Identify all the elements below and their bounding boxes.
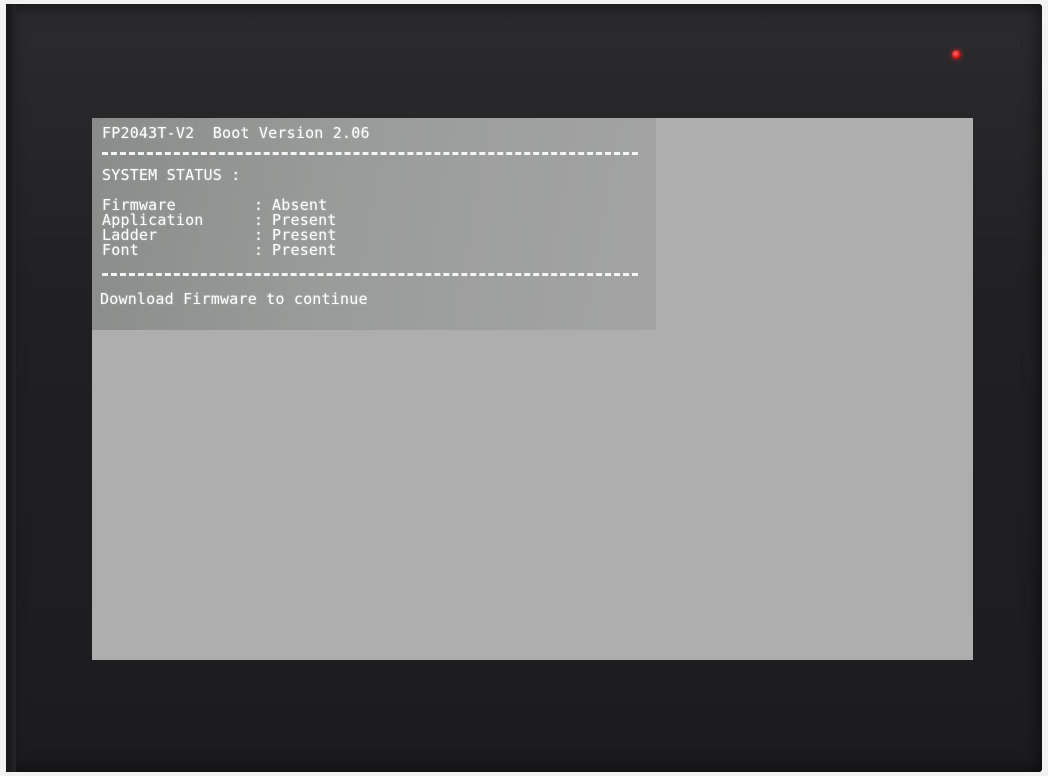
boot-status-panel: FP2043T-V2 Boot Version 2.06 SYSTEM STAT… bbox=[92, 118, 656, 330]
divider-bottom bbox=[102, 273, 638, 276]
boot-version-title: FP2043T-V2 Boot Version 2.06 bbox=[102, 124, 370, 142]
hmi-device-bezel: FP2043T-V2 Boot Version 2.06 SYSTEM STAT… bbox=[6, 4, 1042, 772]
hmi-screen[interactable]: FP2043T-V2 Boot Version 2.06 SYSTEM STAT… bbox=[92, 118, 973, 660]
bezel-edge bbox=[6, 4, 16, 772]
system-status-table: Firmware : Absent Application : Present … bbox=[102, 198, 337, 258]
system-status-heading: SYSTEM STATUS : bbox=[102, 166, 241, 184]
download-firmware-message: Download Firmware to continue bbox=[100, 290, 368, 308]
power-led-icon bbox=[952, 50, 961, 59]
divider-top bbox=[102, 152, 638, 155]
status-name: Font bbox=[102, 241, 139, 259]
status-value: Present bbox=[272, 241, 337, 259]
status-row-font: Font : Present bbox=[102, 243, 337, 258]
status-separator: : bbox=[254, 241, 264, 259]
